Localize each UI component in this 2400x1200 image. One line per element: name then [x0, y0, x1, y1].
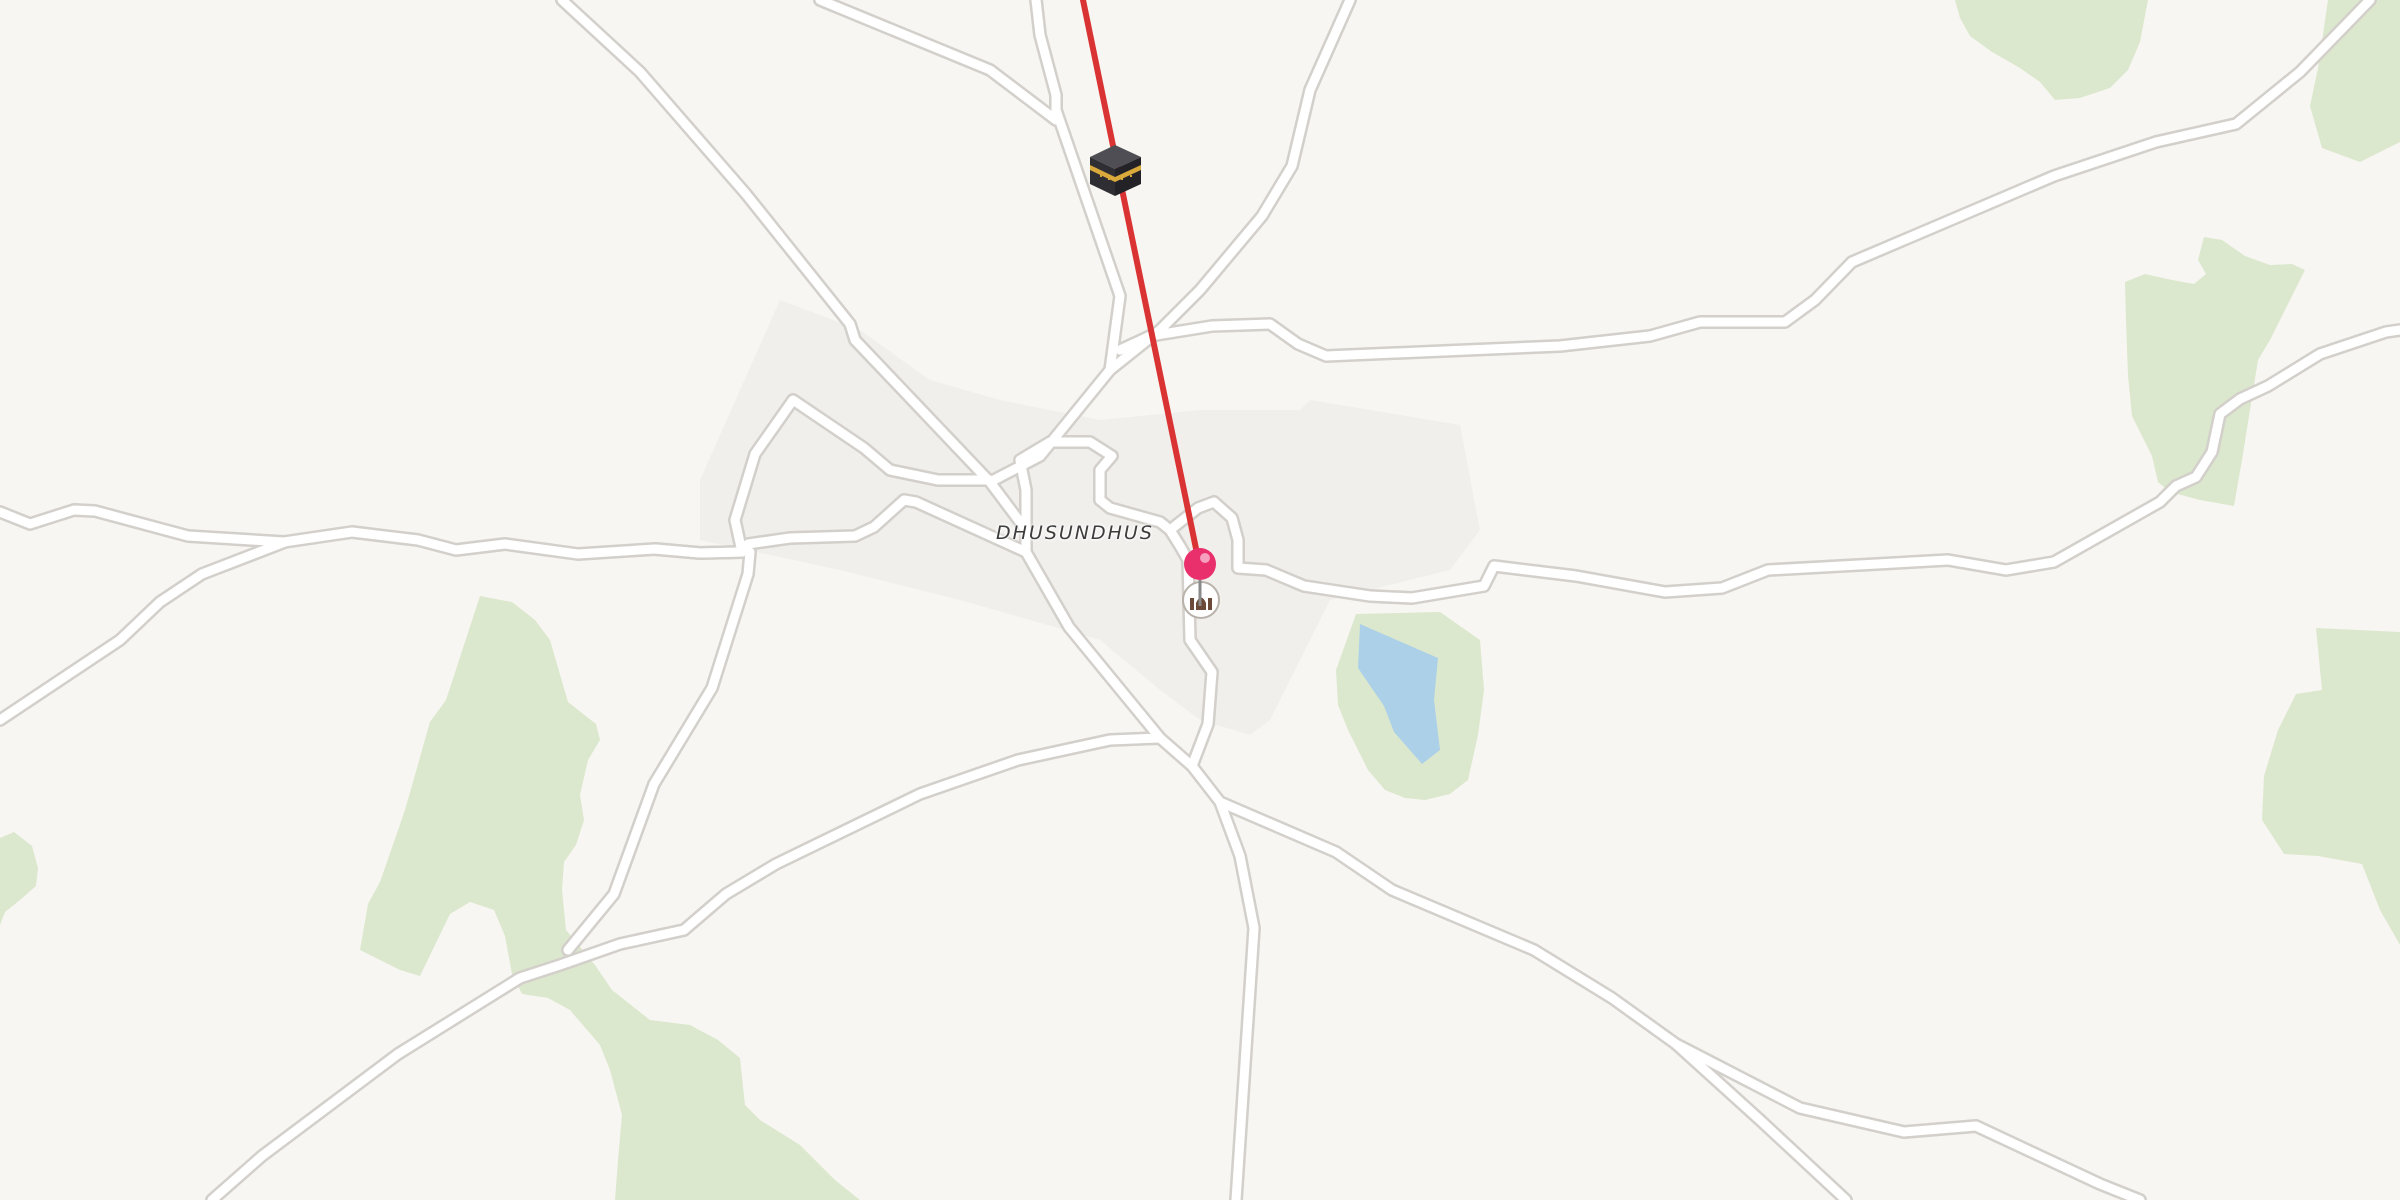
map-view[interactable]: DHUSUNDHUS	[0, 0, 2400, 1200]
map-canvas[interactable]	[0, 0, 2400, 1200]
vegetation-area	[1955, 0, 2148, 100]
vegetation-area	[2262, 628, 2400, 945]
vegetation-area	[2125, 237, 2305, 506]
place-label: DHUSUNDHUS	[996, 522, 1154, 544]
vegetation-area	[0, 832, 38, 925]
kaaba-icon[interactable]	[1090, 145, 1141, 196]
